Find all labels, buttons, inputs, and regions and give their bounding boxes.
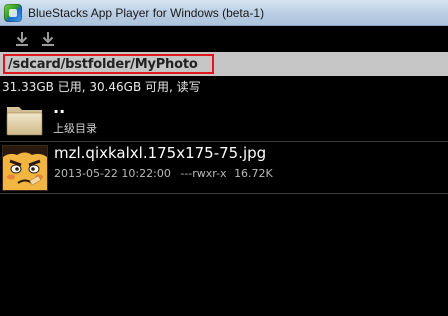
file-permissions: ---rwxr-x <box>180 167 227 180</box>
bluestacks-app-icon <box>4 3 22 22</box>
download-icon[interactable] <box>11 28 33 50</box>
path-bar: /sdcard/bstfolder/MyPhoto <box>0 52 448 76</box>
file-metadata: 2013-05-22 10:22:00 ---rwxr-x 16.72K <box>54 167 273 180</box>
folder-icon <box>6 107 43 136</box>
window-title: BlueStacks App Player for Windows (beta-… <box>28 5 265 20</box>
storage-info: 31.33GB 已用, 30.46GB 可用, 读写 <box>2 80 201 94</box>
file-date: 2013-05-22 10:22:00 <box>54 167 171 180</box>
image-thumbnail-icon <box>2 145 48 191</box>
parent-directory-name: .. <box>53 98 66 117</box>
current-path: /sdcard/bstfolder/MyPhoto <box>8 56 198 72</box>
parent-directory-label: 上级目录 <box>53 122 97 135</box>
parent-directory-row[interactable]: .. 上级目录 <box>0 96 448 142</box>
file-row[interactable]: mzl.qixkalxl.175x175-75.jpg 2013-05-22 1… <box>0 142 448 194</box>
file-name: mzl.qixkalxl.175x175-75.jpg <box>54 144 267 162</box>
download-icon[interactable] <box>37 28 59 50</box>
file-size: 16.72K <box>234 167 273 180</box>
file-list: .. 上级目录 mzl.qixkalxl.175x175-75.jpg 2013… <box>0 96 448 194</box>
file-manager-toolbar <box>0 27 448 51</box>
window-title-bar: BlueStacks App Player for Windows (beta-… <box>0 0 448 26</box>
current-path-highlight[interactable]: /sdcard/bstfolder/MyPhoto <box>3 54 214 74</box>
